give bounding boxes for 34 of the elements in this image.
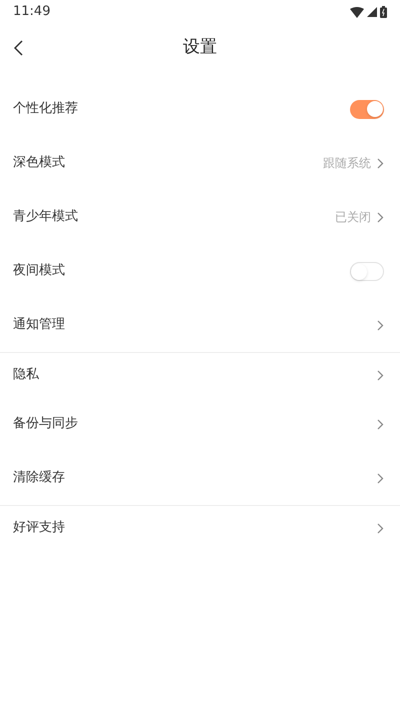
settings-row[interactable]: 清除缓存	[0, 451, 400, 505]
status-time: 11:49	[13, 3, 50, 22]
setting-label: 个性化推荐	[13, 100, 78, 118]
setting-label: 清除缓存	[13, 469, 65, 488]
setting-label: 通知管理	[13, 316, 65, 334]
settings-row[interactable]: 个性化推荐	[0, 82, 400, 136]
chevron-right-icon	[377, 472, 384, 484]
settings-row[interactable]: 隐私	[0, 353, 400, 397]
settings-row[interactable]: 青少年模式 已关闭	[0, 190, 400, 244]
chevron-right-icon	[377, 158, 384, 168]
settings-row[interactable]: 夜间模式	[0, 244, 400, 298]
setting-value: 跟随系统	[323, 155, 371, 172]
page-title: 设置	[183, 36, 217, 60]
setting-label: 青少年模式	[13, 208, 78, 226]
toggle-switch[interactable]	[350, 262, 384, 280]
settings-row[interactable]: 好评支持	[0, 506, 400, 550]
chevron-right-icon	[377, 320, 384, 330]
setting-label: 备份与同步	[13, 415, 78, 434]
settings-row[interactable]: 备份与同步	[0, 397, 400, 451]
settings-row[interactable]: 深色模式 跟随系统	[0, 136, 400, 190]
toggle-switch[interactable]	[350, 100, 384, 118]
chevron-right-icon	[377, 522, 384, 534]
setting-value: 已关闭	[335, 209, 371, 226]
setting-label: 隐私	[13, 366, 39, 384]
wifi-icon	[350, 6, 364, 18]
chevron-right-icon	[377, 212, 384, 222]
chevron-right-icon	[377, 370, 384, 380]
setting-label: 夜间模式	[13, 262, 65, 280]
chevron-right-icon	[377, 418, 384, 430]
signal-icon	[367, 7, 377, 17]
battery-icon	[380, 6, 387, 18]
setting-label: 好评支持	[13, 519, 65, 538]
setting-label: 深色模式	[13, 154, 65, 172]
settings-row[interactable]: 通知管理	[0, 298, 400, 352]
